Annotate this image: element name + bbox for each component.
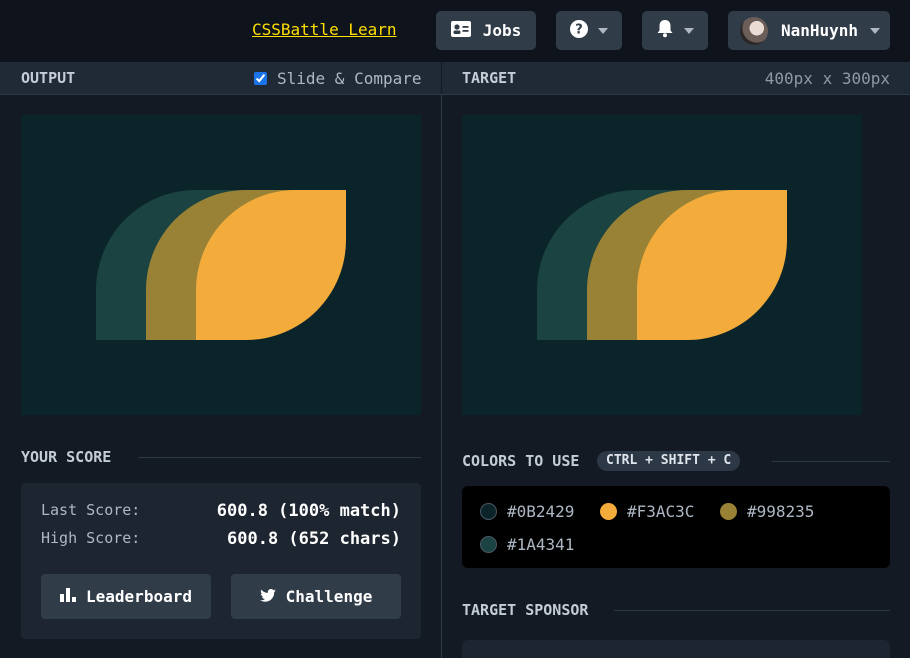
leaderboard-label: Leaderboard <box>86 587 192 606</box>
output-canvas[interactable] <box>21 115 421 415</box>
color-hex-label: #0B2429 <box>507 502 575 521</box>
score-section-title: YOUR SCORE <box>21 448 112 466</box>
challenge-label: Challenge <box>285 587 373 606</box>
color-dot <box>600 503 617 520</box>
high-score-value: 600.8 (652 chars) <box>227 529 401 549</box>
leaderboard-button[interactable]: Leaderboard <box>41 574 211 619</box>
bar-chart-icon <box>60 587 77 606</box>
sponsor-card <box>462 640 890 658</box>
panel-divider[interactable] <box>441 94 442 658</box>
color-dot <box>480 536 497 553</box>
id-card-icon <box>450 20 471 41</box>
bell-icon <box>656 19 674 42</box>
top-bar: CSSBattle Learn Jobs ? NanHuynh <box>0 0 910 62</box>
color-swatch[interactable]: #1A4341 <box>480 535 574 554</box>
colors-divider <box>772 461 890 462</box>
jobs-label: Jobs <box>482 21 522 40</box>
notifications-button[interactable] <box>642 11 708 50</box>
user-menu-button[interactable]: NanHuynh <box>728 11 890 50</box>
chevron-down-icon <box>684 27 694 34</box>
colors-section-title: COLORS TO USE <box>462 452 580 470</box>
chevron-down-icon <box>598 27 608 34</box>
color-dot <box>720 503 737 520</box>
color-swatch[interactable]: #F3AC3C <box>600 502 694 521</box>
score-card: Last Score: 600.8 (100% match) High Scor… <box>21 483 421 639</box>
twitter-icon <box>259 587 276 606</box>
username-label: NanHuynh <box>781 21 859 40</box>
jobs-button[interactable]: Jobs <box>436 11 536 50</box>
output-title: OUTPUT <box>21 69 76 87</box>
sponsor-divider <box>614 610 890 611</box>
sponsor-section-title: TARGET SPONSOR <box>462 601 589 619</box>
avatar <box>740 16 768 45</box>
last-score-label: Last Score: <box>41 501 141 519</box>
chevron-down-icon <box>870 27 881 34</box>
target-canvas <box>462 115 862 415</box>
slide-compare-label: Slide & Compare <box>277 69 422 88</box>
question-icon: ? <box>570 19 588 42</box>
cssbattle-learn-link[interactable]: CSSBattle Learn <box>252 20 397 39</box>
target-title: TARGET <box>462 69 517 87</box>
color-swatch[interactable]: #998235 <box>720 502 814 521</box>
color-swatch[interactable]: #0B2429 <box>480 502 574 521</box>
high-score-label: High Score: <box>41 529 141 547</box>
color-hex-label: #F3AC3C <box>627 502 695 521</box>
target-dimensions: 400px x 300px <box>764 69 890 88</box>
last-score-value: 600.8 (100% match) <box>216 501 401 521</box>
help-menu-button[interactable]: ? <box>556 11 622 50</box>
output-panel-header: OUTPUT Slide & Compare <box>0 62 441 95</box>
svg-text:?: ? <box>575 22 583 37</box>
color-hex-label: #998235 <box>747 502 815 521</box>
colors-shortcut-badge: CTRL + SHIFT + C <box>597 451 741 471</box>
color-palette: #0B2429 #F3AC3C #998235 #1A4341 <box>462 486 890 568</box>
score-divider <box>138 457 421 458</box>
color-hex-label: #1A4341 <box>507 535 575 554</box>
target-panel-header: TARGET 400px x 300px <box>442 62 910 95</box>
slide-compare-toggle[interactable]: Slide & Compare <box>254 69 422 88</box>
slide-compare-checkbox[interactable] <box>254 72 267 85</box>
color-dot <box>480 503 497 520</box>
challenge-button[interactable]: Challenge <box>231 574 401 619</box>
